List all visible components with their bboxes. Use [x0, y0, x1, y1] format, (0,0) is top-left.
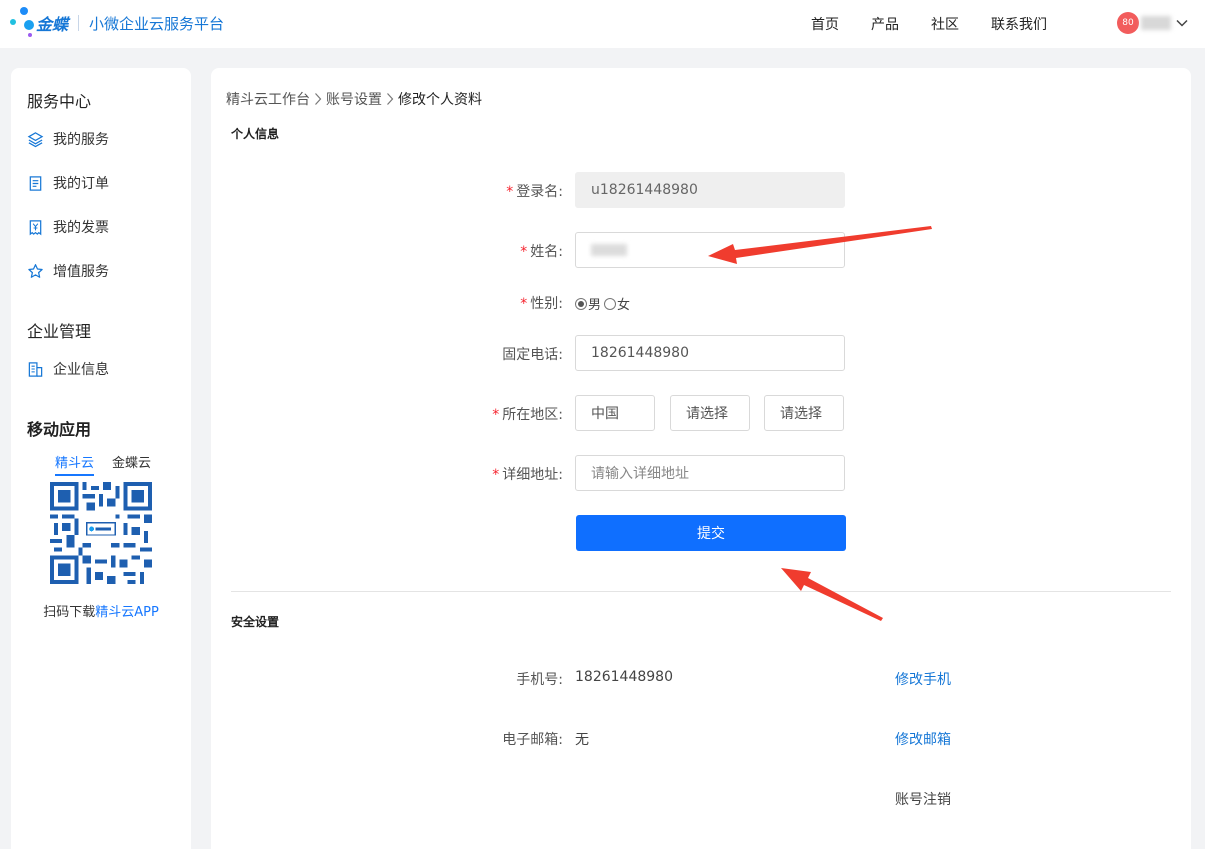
enterprise-management-title: 企业管理	[27, 322, 92, 341]
chevron-right-icon	[315, 93, 322, 105]
sidebar-item-label: 增值服务	[53, 264, 109, 280]
service-center-title: 服务中心	[27, 92, 92, 111]
gender-label: * 性别:	[520, 296, 563, 312]
sidebar-item-my-invoices[interactable]: 我的发票	[27, 217, 109, 237]
breadcrumb: 精斗云工作台 账号设置 修改个人资料	[226, 89, 482, 109]
breadcrumb-account-settings[interactable]: 账号设置	[326, 89, 382, 109]
nav-products[interactable]: 产品	[871, 14, 899, 34]
gender-male-label: 男	[588, 298, 602, 313]
top-header: 金蝶 小微企业云服务平台 首页 产品 社区 联系我们 80	[0, 0, 1205, 48]
sidebar-item-enterprise-info[interactable]: 企业信息	[27, 359, 109, 379]
required-mark: *	[520, 244, 528, 260]
scan-download-text: 扫码下载精斗云APP	[11, 601, 191, 620]
sidebar-item-label: 我的发票	[53, 220, 109, 236]
gender-radio-group: 男 女	[575, 294, 630, 313]
mobile-app-title: 移动应用	[27, 420, 92, 439]
cancel-account-link[interactable]: 账号注销	[895, 789, 951, 809]
city-select[interactable]: 请选择	[764, 395, 844, 431]
main-panel: 精斗云工作台 账号设置 修改个人资料 个人信息 * 登录名: u182614489…	[211, 68, 1191, 849]
nav-home[interactable]: 首页	[811, 14, 839, 34]
change-email-link[interactable]: 修改邮箱	[895, 729, 951, 749]
email-value: 无	[575, 732, 589, 748]
nav-contact[interactable]: 联系我们	[991, 14, 1047, 34]
mobile-label: 手机号:	[516, 672, 563, 688]
main-nav: 首页 产品 社区 联系我们	[811, 14, 1079, 34]
required-mark: *	[520, 296, 528, 312]
required-mark: *	[492, 467, 500, 483]
logo-mark-icon	[10, 6, 36, 40]
layers-icon	[27, 131, 44, 147]
address-input[interactable]: 请输入详细地址	[575, 455, 845, 491]
name-label: * 姓名:	[520, 244, 563, 260]
qr-code-icon	[50, 482, 152, 584]
user-name-redacted	[1141, 16, 1171, 30]
country-select[interactable]: 中国	[575, 395, 655, 431]
name-redacted	[591, 244, 627, 256]
brand-name: 金蝶	[36, 15, 69, 34]
building-info-icon	[28, 361, 43, 377]
address-label: * 详细地址:	[492, 467, 563, 483]
required-mark: *	[506, 184, 514, 200]
sidebar-item-value-added[interactable]: 增值服务	[27, 261, 109, 281]
province-select[interactable]: 请选择	[670, 395, 750, 431]
sidebar-item-my-orders[interactable]: 我的订单	[27, 173, 109, 193]
sidebar-item-label: 我的订单	[53, 176, 109, 192]
phone-label: 固定电话:	[502, 347, 563, 363]
section-divider	[231, 591, 1171, 592]
login-name-label: * 登录名:	[506, 184, 563, 200]
gender-female-radio[interactable]	[604, 297, 617, 310]
breadcrumb-workbench[interactable]: 精斗云工作台	[226, 89, 310, 109]
avatar[interactable]: 80	[1117, 12, 1139, 34]
login-name-field: u18261448980	[575, 172, 845, 208]
sidebar-item-my-services[interactable]: 我的服务	[27, 129, 109, 149]
invoice-icon	[29, 219, 42, 235]
scan-prefix: 扫码下载	[43, 605, 96, 620]
submit-button[interactable]: 提交	[576, 515, 846, 551]
gender-female-label: 女	[617, 298, 631, 313]
name-input[interactable]	[575, 232, 845, 268]
scan-app-link[interactable]: 精斗云APP	[95, 605, 159, 620]
tab-kingdee-cloud[interactable]: 金蝶云	[112, 452, 151, 471]
logo[interactable]: 金蝶 小微企业云服务平台	[10, 6, 224, 40]
personal-info-title: 个人信息	[231, 127, 280, 141]
brand-divider	[78, 15, 80, 31]
document-icon	[29, 175, 42, 191]
nav-community[interactable]: 社区	[931, 14, 959, 34]
required-mark: *	[492, 407, 500, 423]
user-menu[interactable]: 80	[1117, 12, 1189, 34]
email-label: 电子邮箱:	[502, 732, 563, 748]
breadcrumb-current: 修改个人资料	[398, 92, 482, 108]
chevron-right-icon	[387, 93, 394, 105]
platform-subtitle: 小微企业云服务平台	[89, 14, 225, 33]
chevron-down-icon[interactable]	[1175, 16, 1189, 30]
sidebar-item-label: 我的服务	[53, 132, 109, 148]
star-icon	[28, 263, 43, 278]
mobile-value: 18261448980	[575, 669, 673, 685]
change-mobile-link[interactable]: 修改手机	[895, 669, 951, 689]
gender-male-radio[interactable]	[575, 297, 587, 310]
sidebar-item-label: 企业信息	[53, 362, 109, 378]
sidebar: 服务中心 我的服务 我的订单 我的发票 增值服务 企业管理 企业信息 移动应用 …	[11, 68, 191, 849]
tab-jingdouyun[interactable]: 精斗云	[55, 452, 95, 476]
security-settings-title: 安全设置	[231, 615, 280, 629]
phone-input[interactable]: 18261448980	[575, 335, 845, 371]
region-label: * 所在地区:	[492, 407, 563, 423]
